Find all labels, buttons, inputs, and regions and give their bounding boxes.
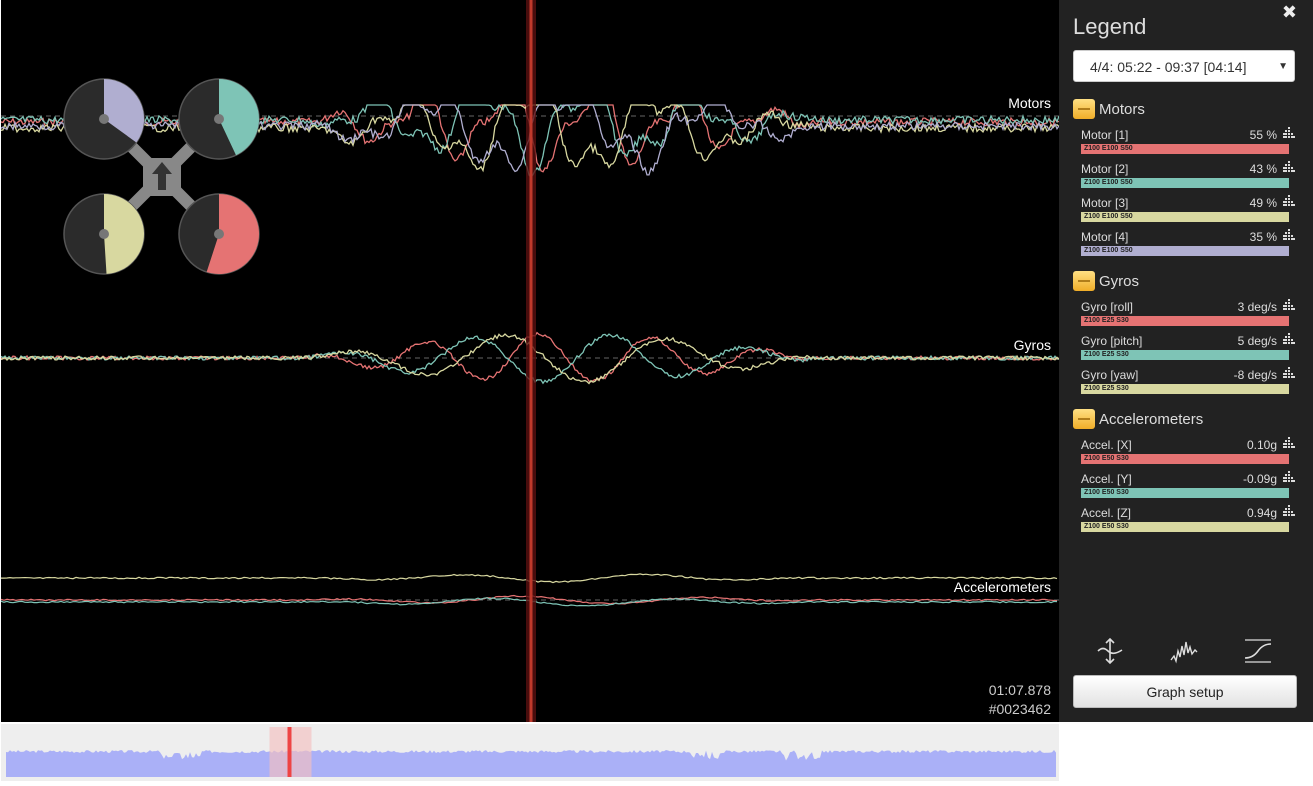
- group-name: Motors: [1099, 100, 1145, 118]
- field-setting-bar[interactable]: Z100 E50 S30: [1081, 522, 1289, 532]
- legend-group-gyros: Gyros Gyro [roll] 3 deg/s Z100 E25 S30 Gyro …: [1073, 270, 1297, 398]
- gyros-graph-label: Gyros: [1013, 337, 1051, 353]
- field-value: 43 %: [1249, 162, 1277, 176]
- smoothing-icon[interactable]: [1169, 636, 1199, 666]
- analyser-icon[interactable]: [1283, 437, 1295, 449]
- analyser-icon[interactable]: [1283, 299, 1295, 311]
- close-icon[interactable]: ✖: [1282, 2, 1297, 23]
- field-setting-bar[interactable]: Z100 E100 S50: [1081, 178, 1289, 188]
- field-setting-bar[interactable]: Z100 E100 S50: [1081, 144, 1289, 154]
- field-value: 35 %: [1249, 230, 1277, 244]
- field-name: Accel. [Z]: [1081, 506, 1132, 520]
- motor-hub-1: [99, 114, 109, 124]
- field-name: Accel. [Y]: [1081, 472, 1132, 486]
- log-graph[interactable]: Motors Gyros Accelerometers 01:07.878 #0…: [1, 0, 1059, 722]
- motors-graph-label: Motors: [1008, 95, 1051, 111]
- minus-icon: [1078, 418, 1090, 420]
- field-name: Motor [2]: [1081, 162, 1129, 176]
- field-setting-bar[interactable]: Z100 E50 S30: [1081, 454, 1289, 464]
- field-setting-bar[interactable]: Z100 E25 S30: [1081, 384, 1289, 394]
- analyser-icon[interactable]: [1283, 471, 1295, 483]
- seek-activity-area: [6, 750, 1056, 777]
- group-name: Gyros: [1099, 272, 1140, 290]
- legend-field[interactable]: Accel. [Z] 0.94g Z100 E50 S30: [1081, 502, 1297, 536]
- frame-number: #0023462: [988, 701, 1051, 717]
- legend-field[interactable]: Gyro [yaw] -8 deg/s Z100 E25 S30: [1081, 364, 1297, 398]
- group-header[interactable]: Motors: [1073, 98, 1297, 120]
- legend-panel: Legend ✖ 4/4: 05:22 - 09:37 [04:14] ▼ Mo…: [1059, 0, 1313, 722]
- analyser-icon[interactable]: [1283, 333, 1295, 345]
- field-value: 5 deg/s: [1237, 334, 1277, 348]
- analyser-icon[interactable]: [1283, 127, 1295, 139]
- chevron-down-icon: ▼: [1278, 61, 1288, 72]
- field-name: Gyro [yaw]: [1081, 368, 1139, 382]
- field-setting-bar[interactable]: Z100 E100 S50: [1081, 212, 1289, 222]
- field-name: Gyro [roll]: [1081, 300, 1134, 314]
- field-value: -8 deg/s: [1233, 368, 1277, 382]
- analyser-icon[interactable]: [1283, 229, 1295, 241]
- accelerometers-graph-label: Accelerometers: [953, 579, 1051, 595]
- legend-field[interactable]: Accel. [Y] -0.09g Z100 E50 S30: [1081, 468, 1297, 502]
- collapse-group-button[interactable]: [1073, 99, 1095, 119]
- field-name: Motor [3]: [1081, 196, 1129, 210]
- analyser-icon[interactable]: [1283, 195, 1295, 207]
- legend-group-accelerometers: Accelerometers Accel. [X] 0.10g Z100 E50 S3…: [1073, 408, 1297, 536]
- field-value: 55 %: [1249, 128, 1277, 142]
- minus-icon: [1078, 280, 1090, 282]
- field-name: Motor [4]: [1081, 230, 1129, 244]
- motor-hub-2: [214, 114, 224, 124]
- field-value: 49 %: [1249, 196, 1277, 210]
- minus-icon: [1078, 108, 1090, 110]
- zoom-vertical-icon[interactable]: [1095, 636, 1125, 666]
- seek-bar[interactable]: [1, 724, 1059, 781]
- legend-field[interactable]: Gyro [pitch] 5 deg/s Z100 E25 S30: [1081, 330, 1297, 364]
- legend-title: Legend: [1073, 14, 1147, 39]
- field-setting-bar[interactable]: Z100 E50 S30: [1081, 488, 1289, 498]
- analyser-icon[interactable]: [1283, 367, 1295, 379]
- legend-group-motors: Motors Motor [1] 55 % Z100 E100 S50 Motor [2…: [1073, 98, 1297, 260]
- field-setting-bar[interactable]: Z100 E100 S50: [1081, 246, 1289, 256]
- field-name: Motor [1]: [1081, 128, 1129, 142]
- graph-setup-button[interactable]: Graph setup: [1073, 675, 1297, 708]
- collapse-group-button[interactable]: [1073, 271, 1095, 291]
- field-setting-bar[interactable]: Z100 E25 S30: [1081, 316, 1289, 326]
- motor-hub-4: [214, 229, 224, 239]
- seek-bar-activity: [6, 727, 1056, 777]
- craft-motor-diagram: [63, 78, 260, 275]
- group-name: Accelerometers: [1099, 410, 1204, 428]
- field-name: Accel. [X]: [1081, 438, 1132, 452]
- legend-field[interactable]: Motor [4] 35 % Z100 E100 S50: [1081, 226, 1297, 260]
- motor-hub-3: [99, 229, 109, 239]
- legend-field[interactable]: Motor [2] 43 % Z100 E100 S50: [1081, 158, 1297, 192]
- group-header[interactable]: Gyros: [1073, 270, 1297, 292]
- field-value: -0.09g: [1242, 472, 1277, 486]
- analyser-icon[interactable]: [1283, 505, 1295, 517]
- field-setting-bar[interactable]: Z100 E25 S30: [1081, 350, 1289, 360]
- field-name: Gyro [pitch]: [1081, 334, 1143, 348]
- expo-curve-icon[interactable]: [1243, 636, 1273, 666]
- log-selector[interactable]: 4/4: 05:22 - 09:37 [04:14] ▼: [1073, 50, 1295, 82]
- legend-field[interactable]: Gyro [roll] 3 deg/s Z100 E25 S30: [1081, 296, 1297, 330]
- legend-field[interactable]: Accel. [X] 0.10g Z100 E50 S30: [1081, 434, 1297, 468]
- collapse-group-button[interactable]: [1073, 409, 1095, 429]
- field-value: 0.94g: [1246, 506, 1277, 520]
- seek-position-marker: [287, 727, 292, 777]
- legend-field[interactable]: Motor [3] 49 % Z100 E100 S50: [1081, 192, 1297, 226]
- field-value: 3 deg/s: [1237, 300, 1277, 314]
- analyser-icon[interactable]: [1283, 161, 1295, 173]
- group-header[interactable]: Accelerometers: [1073, 408, 1297, 430]
- field-value: 0.10g: [1246, 438, 1277, 452]
- legend-field[interactable]: Motor [1] 55 % Z100 E100 S50: [1081, 124, 1297, 158]
- time-readout: 01:07.878: [988, 682, 1051, 698]
- log-selector-value: 4/4: 05:22 - 09:37 [04:14]: [1090, 59, 1247, 75]
